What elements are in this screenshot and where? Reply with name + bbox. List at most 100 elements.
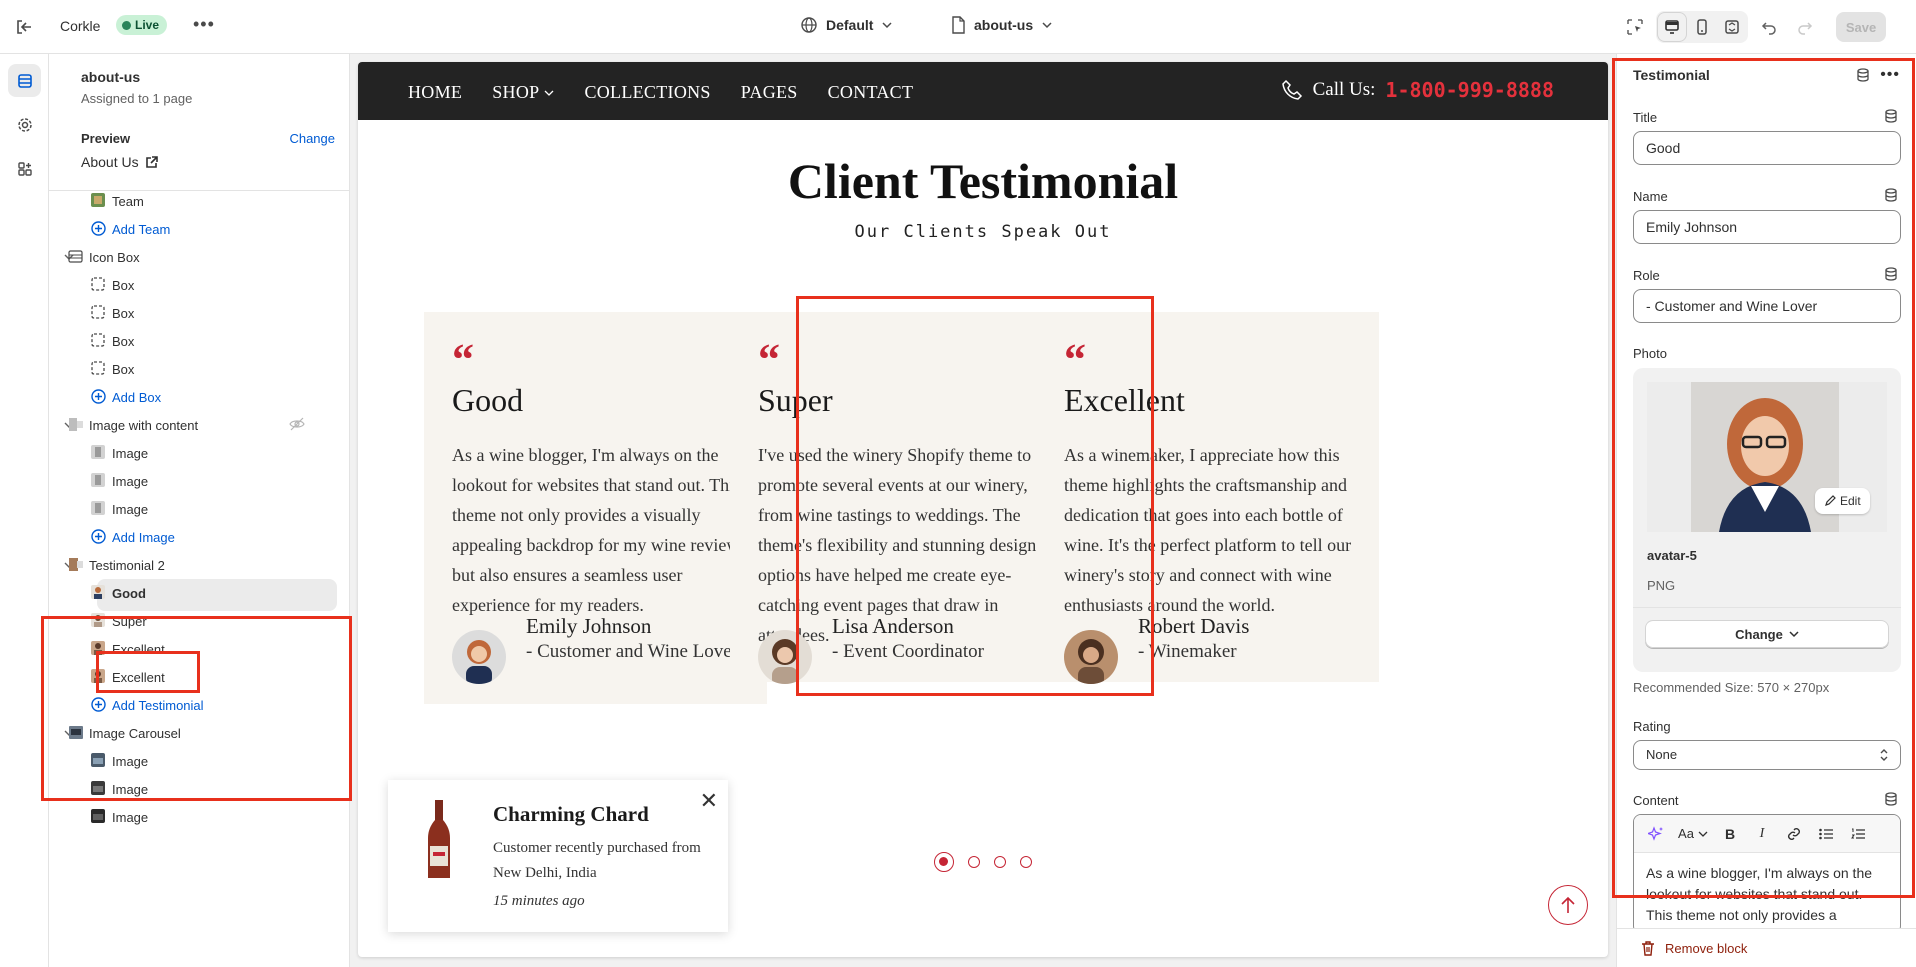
more-options-icon[interactable]: ••• [193, 14, 215, 35]
slider-pagination [934, 852, 1032, 872]
tree-item-box[interactable]: Box [49, 326, 349, 356]
slide-dot[interactable] [1020, 856, 1032, 868]
header-call[interactable]: Call Us: 1-800-999-8888 [1281, 78, 1554, 102]
mobile-view-button[interactable] [1687, 12, 1717, 42]
nav-collections[interactable]: COLLECTIONS [584, 82, 710, 103]
tree-item-label: Add Team [112, 221, 171, 237]
sections-sidebar: about-us Assigned to 1 page Preview Chan… [49, 54, 350, 967]
tree-item-label: Image [112, 501, 149, 517]
remove-block-label: Remove block [1665, 941, 1748, 956]
template-title: about-us [81, 69, 141, 85]
tree-item-label: Box [112, 305, 135, 321]
tree-section-testimonial-2[interactable]: Testimonial 2 [49, 550, 349, 580]
eye-hidden-icon[interactable] [289, 417, 305, 433]
template-label: about-us [974, 17, 1034, 33]
nav-contact[interactable]: CONTACT [828, 82, 914, 103]
preview-change-link[interactable]: Change [289, 131, 335, 146]
apps-tab[interactable] [8, 152, 41, 185]
theme-settings-tab[interactable] [8, 108, 41, 141]
save-button[interactable]: Save [1836, 12, 1886, 42]
main-menu: HOME SHOP COLLECTIONS PAGES CONTACT [408, 82, 913, 103]
preview-page-link[interactable]: About Us [81, 154, 335, 170]
fullscreen-icon [1725, 20, 1739, 34]
sections-icon [17, 73, 32, 88]
add-team-button[interactable]: Add Team [49, 214, 349, 244]
sections-tab[interactable] [8, 64, 41, 97]
tree-item-label: Good [112, 585, 146, 601]
tree-item-team[interactable]: Team [49, 186, 349, 216]
slide-dot[interactable] [968, 856, 980, 868]
remove-block-button[interactable]: Remove block [1641, 941, 1747, 956]
desktop-view-button[interactable] [1657, 12, 1687, 42]
slide-dot[interactable] [994, 856, 1006, 868]
card-role: - Customer and Wine Lover [526, 641, 739, 662]
tree-item-label: Add Box [112, 389, 162, 405]
tree-item-label: Image [112, 445, 149, 461]
live-status-badge: Live [116, 15, 168, 35]
cursor-select-icon [1627, 19, 1643, 35]
testimonial-section-icon [68, 557, 84, 573]
tree-item-box[interactable]: Box [49, 298, 349, 328]
image-thumbnail-icon [91, 445, 107, 461]
exit-icon[interactable] [13, 16, 35, 38]
tree-item-image[interactable]: Image [49, 802, 349, 832]
tree-item-image[interactable]: Image [49, 438, 349, 468]
nav-shop[interactable]: SHOP [492, 82, 554, 103]
tree-item-label: Image [112, 473, 149, 489]
tree-item-box[interactable]: Box [49, 354, 349, 384]
image-section-icon [68, 417, 84, 433]
tree-item-label: Add Image [112, 529, 175, 545]
tree-item-image[interactable]: Image [49, 494, 349, 524]
editor-topbar: Corkle Live ••• Default about-us Save [0, 0, 1916, 54]
trash-icon [1642, 941, 1654, 956]
close-icon[interactable]: ✕ [700, 788, 718, 814]
nav-label: SHOP [492, 82, 540, 102]
phone-icon [1281, 79, 1302, 100]
nav-label: PAGES [740, 82, 798, 102]
tree-item-good[interactable]: Good [49, 578, 349, 611]
nav-home[interactable]: HOME [408, 82, 462, 103]
theme-selector[interactable]: Default [800, 16, 893, 34]
tree-section-image-with-content[interactable]: Image with content [49, 410, 349, 440]
scroll-to-top-button[interactable] [1548, 885, 1588, 925]
card-title: Good [452, 382, 524, 418]
tree-item-label: Testimonial 2 [89, 557, 165, 573]
status-text: Live [135, 18, 160, 32]
tree-item-label: Icon Box [89, 249, 140, 265]
chevron-down-icon [544, 90, 554, 96]
highlight-selected-card [796, 296, 1154, 696]
redo-button[interactable] [1790, 12, 1820, 42]
apps-icon [17, 161, 32, 176]
avatar-thumbnail-icon [91, 585, 107, 601]
store-header: HOME SHOP COLLECTIONS PAGES CONTACT Call… [358, 62, 1608, 120]
nav-label: CONTACT [827, 82, 914, 102]
tree-item-image[interactable]: Image [49, 466, 349, 496]
store-preview: HOME SHOP COLLECTIONS PAGES CONTACT Call… [358, 62, 1608, 957]
team-thumbnail-icon [91, 193, 107, 209]
template-selector[interactable]: about-us [950, 16, 1053, 34]
template-header: about-us Assigned to 1 page [81, 69, 192, 106]
add-image-button[interactable]: Add Image [49, 522, 349, 552]
highlight-testimonial-group [41, 616, 352, 801]
store-name[interactable]: Corkle [60, 18, 100, 34]
tree-section-icon-box[interactable]: Icon Box [49, 242, 349, 272]
inspector-button[interactable] [1620, 12, 1650, 42]
preview-block: Preview Change About Us [81, 131, 335, 170]
add-box-button[interactable]: Add Box [49, 382, 349, 412]
preview-page-name: About Us [81, 154, 139, 170]
slide-dot-active[interactable] [934, 852, 954, 872]
testimonial-card[interactable]: “ Good As a wine blogger, I'm always on … [424, 312, 767, 704]
nav-pages[interactable]: PAGES [741, 82, 798, 103]
tree-item-box[interactable]: Box [49, 270, 349, 300]
call-number[interactable]: 1-800-999-8888 [1385, 78, 1554, 102]
avatar [452, 630, 506, 684]
redo-icon [1798, 22, 1813, 35]
viewport-toggle [1656, 11, 1748, 43]
desktop-icon [1665, 20, 1679, 34]
fullscreen-view-button[interactable] [1717, 12, 1747, 42]
undo-icon [1761, 22, 1776, 35]
arrow-up-icon [1561, 896, 1575, 913]
undo-button[interactable] [1754, 12, 1784, 42]
sales-popup[interactable]: ✕ Charming Chard Customer recently purch… [388, 780, 728, 932]
popup-product-name[interactable]: Charming Chard [493, 802, 649, 827]
